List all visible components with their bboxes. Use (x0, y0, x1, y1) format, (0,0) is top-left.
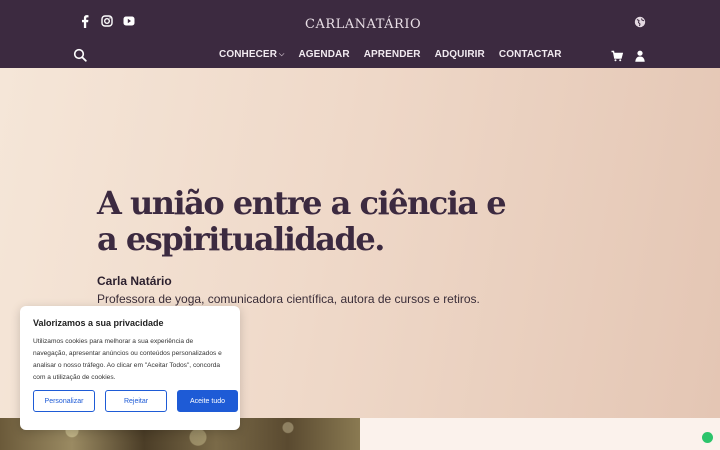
hero-title: A união entre a ciência e a espiritualid… (97, 184, 507, 258)
nav-item-contactar[interactable]: CONTACTAR (499, 49, 562, 60)
content-panel (360, 418, 720, 450)
nav-item-agendar[interactable]: AGENDAR (298, 49, 349, 60)
cookie-consent-dialog: Valorizamos a sua privacidade Utilizamos… (20, 306, 240, 430)
hero-subtitle: Professora de yoga, comunicadora científ… (97, 292, 480, 306)
hero-name: Carla Natário (97, 274, 172, 288)
nav-item-adquirir[interactable]: ADQUIRIR (435, 49, 485, 60)
youtube-icon[interactable] (122, 14, 136, 28)
logo-text-right: NATÁRIO (354, 16, 422, 32)
chevron-down-icon: ⌵ (279, 50, 285, 58)
nav-item-aprender[interactable]: APRENDER (364, 49, 421, 60)
site-logo[interactable]: CARLA NATÁRIO (305, 4, 421, 44)
globe-icon[interactable] (634, 16, 646, 28)
customize-button[interactable]: Personalizar (33, 390, 95, 412)
site-header: CARLA NATÁRIO CONHECER ⌵ AGENDAR APRENDE… (0, 0, 720, 68)
nav-item-label: AGENDAR (298, 49, 350, 60)
cookie-text: Utilizamos cookies para melhorar a sua e… (33, 338, 222, 381)
social-links (78, 14, 136, 28)
nav-item-label: APRENDER (363, 49, 421, 60)
accept-all-button[interactable]: Aceite tudo (177, 390, 238, 412)
reject-button[interactable]: Rejeitar (105, 390, 167, 412)
search-icon[interactable] (73, 48, 87, 62)
user-icon[interactable] (635, 50, 645, 62)
nav-item-label: CONTACTAR (498, 49, 562, 60)
whatsapp-icon[interactable] (702, 432, 713, 443)
cookie-title: Valorizamos a sua privacidade (33, 318, 164, 328)
cart-icon[interactable] (611, 50, 623, 62)
cookie-buttons: Personalizar Rejeitar Aceite tudo (33, 390, 238, 412)
instagram-icon[interactable] (100, 14, 114, 28)
nav-item-label: CONHECER (219, 49, 278, 60)
main-nav: CONHECER ⌵ AGENDAR APRENDER ADQUIRIR CON… (219, 49, 562, 60)
facebook-icon[interactable] (78, 14, 92, 28)
logo-text-left: CARLA (305, 16, 355, 32)
nav-item-conhecer[interactable]: CONHECER ⌵ (219, 49, 284, 60)
nav-item-label: ADQUIRIR (434, 49, 485, 60)
